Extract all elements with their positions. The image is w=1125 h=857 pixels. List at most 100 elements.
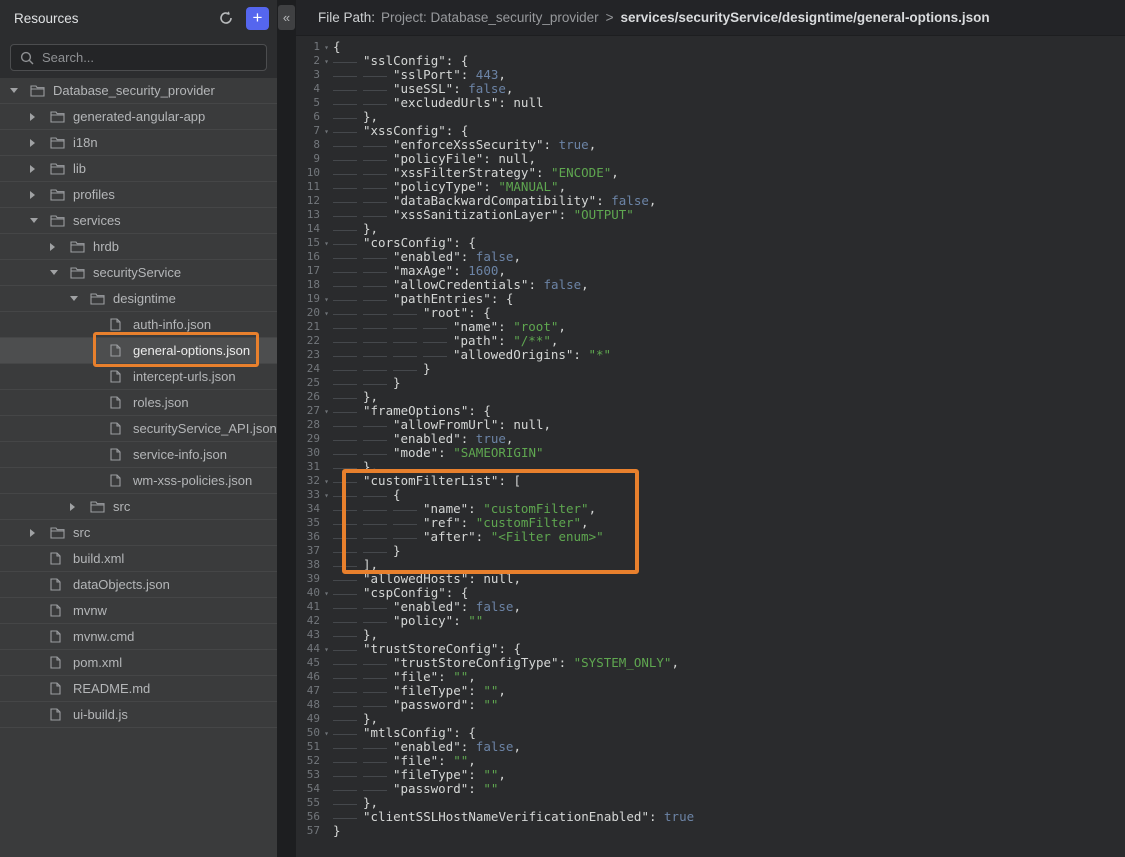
tree-expand-toggle[interactable]	[30, 218, 50, 223]
tree-item-mvnw[interactable]: mvnw	[0, 598, 277, 624]
tree-item-dataObjects.json[interactable]: dataObjects.json	[0, 572, 277, 598]
tree-item-roles.json[interactable]: roles.json	[0, 390, 277, 416]
refresh-button[interactable]	[214, 6, 238, 30]
code-line-48[interactable]: 48"password": ""	[296, 698, 1125, 712]
code-line-39[interactable]: 39"allowedHosts": null,	[296, 572, 1125, 586]
code-line-24[interactable]: 24}	[296, 362, 1125, 376]
tree-item-pom.xml[interactable]: pom.xml	[0, 650, 277, 676]
code-line-53[interactable]: 53"fileType": "",	[296, 768, 1125, 782]
tree-item-general-options.json[interactable]: general-options.json	[0, 338, 277, 364]
code-line-41[interactable]: 41"enabled": false,	[296, 600, 1125, 614]
code-line-19[interactable]: 19▾"pathEntries": {	[296, 292, 1125, 306]
code-line-30[interactable]: 30"mode": "SAMEORIGIN"	[296, 446, 1125, 460]
add-button[interactable]: +	[246, 7, 269, 30]
tree-item-generated-angular-app[interactable]: generated-angular-app	[0, 104, 277, 130]
code-line-12[interactable]: 12"dataBackwardCompatibility": false,	[296, 194, 1125, 208]
code-line-54[interactable]: 54"password": ""	[296, 782, 1125, 796]
code-line-6[interactable]: 6},	[296, 110, 1125, 124]
fold-toggle-icon[interactable]: ▾	[320, 40, 333, 54]
tree-item-profiles[interactable]: profiles	[0, 182, 277, 208]
code-line-57[interactable]: 57}	[296, 824, 1125, 838]
code-line-20[interactable]: 20▾"root": {	[296, 306, 1125, 320]
fold-toggle-icon[interactable]: ▾	[320, 124, 333, 138]
code-editor[interactable]: 1▾{2▾"sslConfig": {3"sslPort": 443,4"use…	[296, 36, 1125, 838]
fold-toggle-icon[interactable]: ▾	[320, 292, 333, 306]
code-line-33[interactable]: 33▾{	[296, 488, 1125, 502]
code-line-45[interactable]: 45"trustStoreConfigType": "SYSTEM_ONLY",	[296, 656, 1125, 670]
code-line-37[interactable]: 37}	[296, 544, 1125, 558]
tree-item-mvnw.cmd[interactable]: mvnw.cmd	[0, 624, 277, 650]
tree-expand-toggle[interactable]	[10, 88, 30, 93]
tree-expand-toggle[interactable]	[70, 296, 90, 301]
tree-item-services[interactable]: services	[0, 208, 277, 234]
fold-toggle-icon[interactable]: ▾	[320, 586, 333, 600]
tree-item-designtime[interactable]: designtime	[0, 286, 277, 312]
code-line-47[interactable]: 47"fileType": "",	[296, 684, 1125, 698]
tree-item-src[interactable]: src	[0, 494, 277, 520]
code-line-2[interactable]: 2▾"sslConfig": {	[296, 54, 1125, 68]
code-line-27[interactable]: 27▾"frameOptions": {	[296, 404, 1125, 418]
code-line-36[interactable]: 36"after": "<Filter enum>"	[296, 530, 1125, 544]
code-line-5[interactable]: 5"excludedUrls": null	[296, 96, 1125, 110]
code-line-51[interactable]: 51"enabled": false,	[296, 740, 1125, 754]
code-line-49[interactable]: 49},	[296, 712, 1125, 726]
code-line-23[interactable]: 23"allowedOrigins": "*"	[296, 348, 1125, 362]
code-line-40[interactable]: 40▾"cspConfig": {	[296, 586, 1125, 600]
tree-item-Database_security_provider[interactable]: Database_security_provider	[0, 78, 277, 104]
code-line-9[interactable]: 9"policyFile": null,	[296, 152, 1125, 166]
code-line-50[interactable]: 50▾"mtlsConfig": {	[296, 726, 1125, 740]
tree-expand-toggle[interactable]	[30, 165, 50, 173]
code-line-42[interactable]: 42"policy": ""	[296, 614, 1125, 628]
fold-toggle-icon[interactable]: ▾	[320, 404, 333, 418]
code-line-32[interactable]: 32▾"customFilterList": [	[296, 474, 1125, 488]
code-line-25[interactable]: 25}	[296, 376, 1125, 390]
tree-expand-toggle[interactable]	[30, 139, 50, 147]
tree-expand-toggle[interactable]	[30, 191, 50, 199]
tree-item-build.xml[interactable]: build.xml	[0, 546, 277, 572]
code-line-26[interactable]: 26},	[296, 390, 1125, 404]
tree-item-service-info.json[interactable]: service-info.json	[0, 442, 277, 468]
code-line-44[interactable]: 44▾"trustStoreConfig": {	[296, 642, 1125, 656]
tree-item-wm-xss-policies.json[interactable]: wm-xss-policies.json	[0, 468, 277, 494]
code-line-10[interactable]: 10"xssFilterStrategy": "ENCODE",	[296, 166, 1125, 180]
code-line-3[interactable]: 3"sslPort": 443,	[296, 68, 1125, 82]
code-line-31[interactable]: 31},	[296, 460, 1125, 474]
code-line-46[interactable]: 46"file": "",	[296, 670, 1125, 684]
tree-item-src[interactable]: src	[0, 520, 277, 546]
fold-toggle-icon[interactable]: ▾	[320, 236, 333, 250]
search-input[interactable]: Search...	[10, 44, 267, 71]
fold-toggle-icon[interactable]: ▾	[320, 54, 333, 68]
tree-expand-toggle[interactable]	[70, 503, 90, 511]
code-line-15[interactable]: 15▾"corsConfig": {	[296, 236, 1125, 250]
code-line-28[interactable]: 28"allowFromUrl": null,	[296, 418, 1125, 432]
code-line-1[interactable]: 1▾{	[296, 40, 1125, 54]
code-line-21[interactable]: 21"name": "root",	[296, 320, 1125, 334]
code-line-8[interactable]: 8"enforceXssSecurity": true,	[296, 138, 1125, 152]
code-line-38[interactable]: 38],	[296, 558, 1125, 572]
code-line-13[interactable]: 13"xssSanitizationLayer": "OUTPUT"	[296, 208, 1125, 222]
tree-item-hrdb[interactable]: hrdb	[0, 234, 277, 260]
code-line-18[interactable]: 18"allowCredentials": false,	[296, 278, 1125, 292]
code-line-55[interactable]: 55},	[296, 796, 1125, 810]
panel-divider[interactable]: «	[277, 0, 296, 857]
fold-toggle-icon[interactable]: ▾	[320, 306, 333, 320]
tree-item-auth-info.json[interactable]: auth-info.json	[0, 312, 277, 338]
tree-item-securityService_API.json[interactable]: securityService_API.json	[0, 416, 277, 442]
code-line-7[interactable]: 7▾"xssConfig": {	[296, 124, 1125, 138]
code-line-43[interactable]: 43},	[296, 628, 1125, 642]
fold-toggle-icon[interactable]: ▾	[320, 642, 333, 656]
code-line-17[interactable]: 17"maxAge": 1600,	[296, 264, 1125, 278]
code-line-29[interactable]: 29"enabled": true,	[296, 432, 1125, 446]
tree-expand-toggle[interactable]	[30, 113, 50, 121]
tree-item-README.md[interactable]: README.md	[0, 676, 277, 702]
tree-item-intercept-urls.json[interactable]: intercept-urls.json	[0, 364, 277, 390]
tree-item-i18n[interactable]: i18n	[0, 130, 277, 156]
fold-toggle-icon[interactable]: ▾	[320, 726, 333, 740]
tree-expand-toggle[interactable]	[50, 243, 70, 251]
code-line-16[interactable]: 16"enabled": false,	[296, 250, 1125, 264]
code-line-52[interactable]: 52"file": "",	[296, 754, 1125, 768]
tree-item-securityService[interactable]: securityService	[0, 260, 277, 286]
code-line-56[interactable]: 56"clientSSLHostNameVerificationEnabled"…	[296, 810, 1125, 824]
fold-toggle-icon[interactable]: ▾	[320, 474, 333, 488]
collapse-panel-button[interactable]: «	[278, 5, 295, 30]
